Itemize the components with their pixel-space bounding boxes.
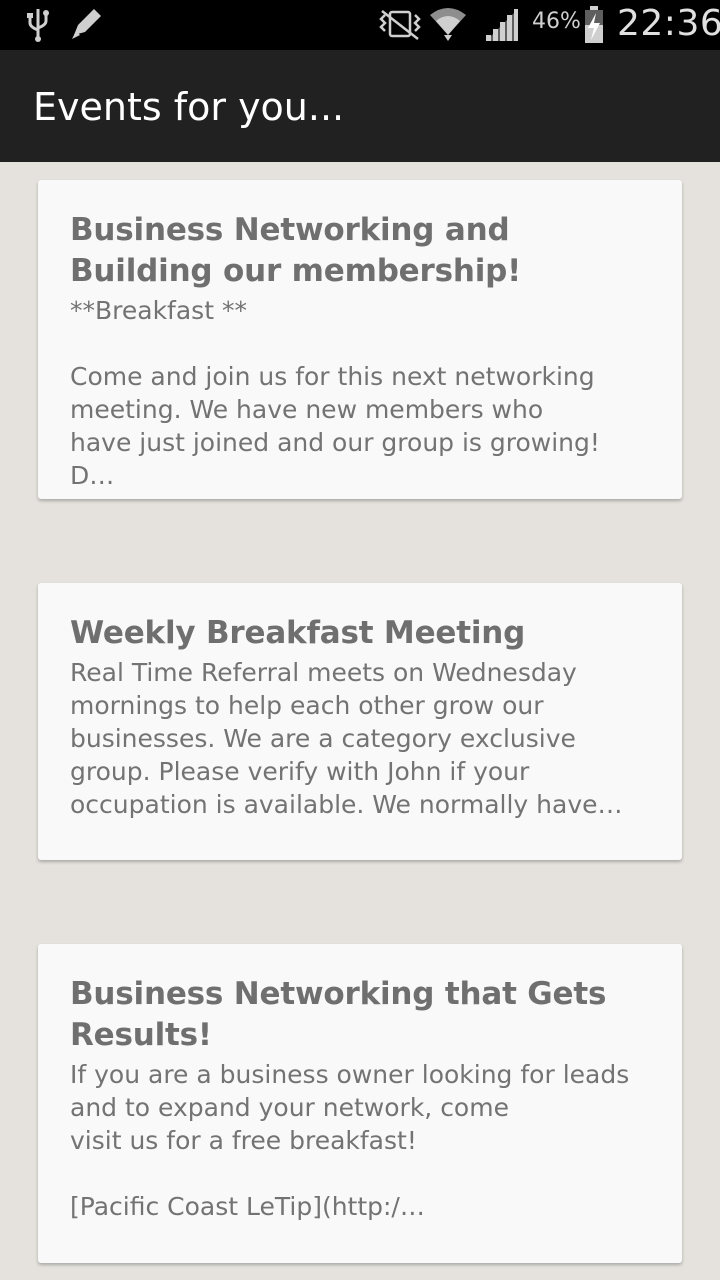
page-title: Events for you... <box>33 85 345 129</box>
event-card[interactable]: Business Networking and Building our mem… <box>38 180 682 499</box>
wifi-icon <box>428 5 468 47</box>
event-description: **Breakfast ** Come and join us for this… <box>70 296 600 490</box>
action-bar: Events for you... <box>0 50 720 162</box>
event-card[interactable]: Business Networking that Gets Results! I… <box>38 944 682 1263</box>
event-description: Real Time Referral meets on Wednesday mo… <box>70 658 623 819</box>
signal-icon <box>484 5 520 47</box>
event-title: Weekly Breakfast Meeting <box>70 615 526 651</box>
event-card[interactable]: Weekly Breakfast Meeting Real Time Refer… <box>38 583 682 860</box>
vibrate-icon <box>376 5 424 47</box>
status-bar: 46% 22:36 <box>0 0 720 50</box>
pencil-icon <box>68 5 104 47</box>
event-description: If you are a business owner looking for … <box>70 1060 630 1221</box>
battery-percentage: 46% <box>532 9 581 34</box>
battery-charging-icon <box>583 5 605 49</box>
event-title: Business Networking and Building our mem… <box>70 212 522 289</box>
event-title: Business Networking that Gets Results! <box>70 976 607 1053</box>
usb-icon <box>26 5 50 47</box>
clock: 22:36 <box>617 3 720 44</box>
